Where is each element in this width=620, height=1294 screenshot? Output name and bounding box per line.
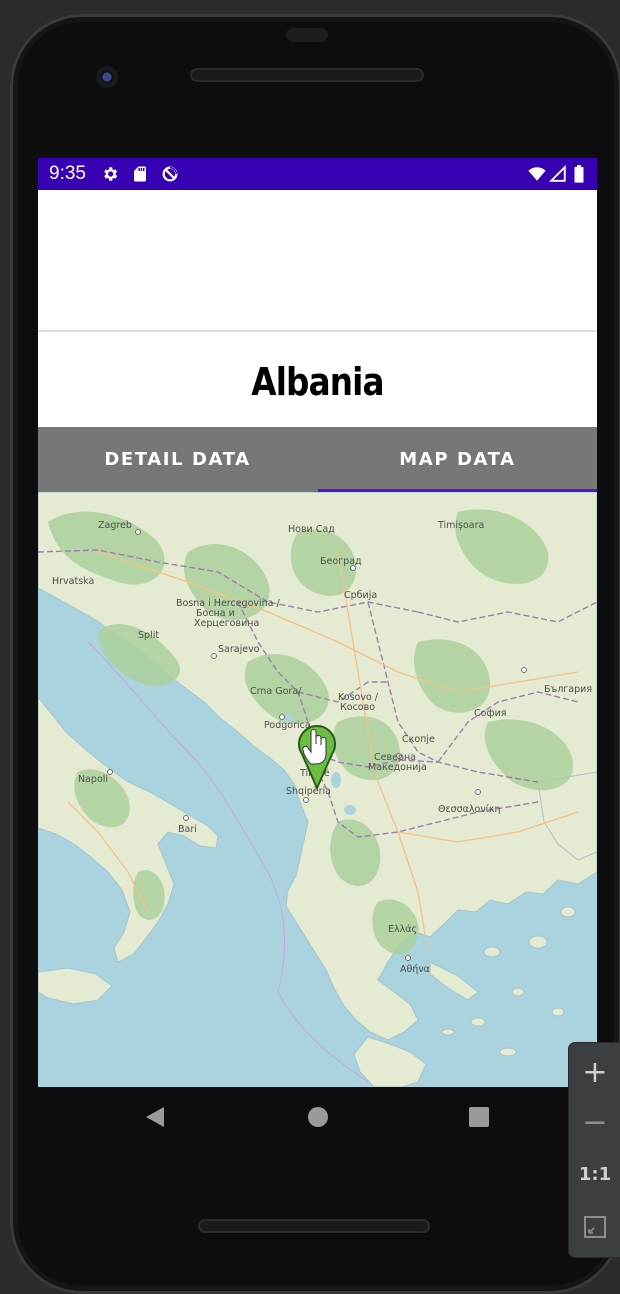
map-label-thessaloniki: Θεσσαλονίκη	[438, 804, 501, 815]
status-time: 9:35	[49, 163, 86, 184]
earpiece-speaker	[190, 68, 424, 82]
recents-square-icon[interactable]	[468, 1105, 490, 1129]
map-label-makedonija: Македонија	[368, 762, 427, 773]
map-label-napoli: Napoli	[78, 774, 108, 785]
map-label-podgorica: Podgorica	[264, 720, 311, 731]
back-triangle-icon[interactable]	[144, 1105, 166, 1129]
tab-bar: DETAIL DATA MAP DATA	[38, 427, 597, 492]
title-area: Albania	[38, 332, 597, 427]
map-view[interactable]: Hrvatska Bosna i Hercegovina / Босна и Х…	[38, 492, 597, 1087]
map-label-novi-sad: Нови Сад	[288, 524, 335, 535]
map-label-beograd: Београд	[320, 556, 362, 567]
emulator-zoom-panel: + − 1:1	[569, 1043, 620, 1257]
map-label-bari: Bari	[178, 824, 197, 835]
zoom-out-button[interactable]: −	[569, 1099, 620, 1147]
map-label-athina: Αθήνα	[400, 964, 430, 975]
wifi-icon	[528, 167, 546, 181]
map-label-skopje: Скопје	[402, 734, 435, 745]
map-label-timisoara: Timișoara	[437, 520, 484, 531]
fit-screen-icon[interactable]	[583, 1215, 607, 1239]
phone-screen: 9:35 Albania DETAIL DATA MAP DATA Hrvats…	[38, 158, 597, 1087]
map-label-sofia: София	[474, 708, 506, 719]
top-sensor-slot	[286, 28, 328, 42]
bottom-speaker	[198, 1219, 430, 1233]
status-bar: 9:35	[38, 158, 597, 190]
map-label-kosovo2: Косово	[340, 702, 375, 713]
map-label-zagreb: Zagreb	[98, 520, 132, 531]
map-label-bosnia3: Херцеговина	[194, 618, 259, 629]
zoom-in-button[interactable]: +	[569, 1049, 620, 1097]
battery-icon	[574, 165, 584, 183]
map-label-split: Split	[138, 630, 159, 641]
app-bar	[38, 190, 597, 330]
map-label-shqiperia: Shqipëria	[286, 786, 331, 797]
map-label-ellada: Ελλάς	[388, 924, 417, 935]
system-nav-bar	[38, 1087, 597, 1151]
sd-card-icon	[134, 166, 146, 182]
map-label-srbija: Србија	[344, 590, 377, 601]
tab-detail-data[interactable]: DETAIL DATA	[38, 427, 317, 492]
map-label-bulgaria: България	[544, 684, 592, 695]
map-tiles: Hrvatska Bosna i Hercegovina / Босна и Х…	[38, 492, 597, 1087]
do-not-disturb-icon	[162, 166, 178, 182]
map-label-crna-gora: Crna Gora/	[250, 686, 302, 697]
zoom-one-to-one-button[interactable]: 1:1	[569, 1151, 620, 1199]
gear-icon	[104, 167, 118, 181]
tab-map-data[interactable]: MAP DATA	[318, 427, 597, 492]
map-label-sarajevo: Sarajevo	[218, 644, 260, 655]
country-title: Albania	[251, 360, 384, 404]
signal-icon	[549, 165, 566, 182]
map-label-hrvatska: Hrvatska	[52, 576, 94, 587]
home-circle-icon[interactable]	[307, 1105, 329, 1129]
front-camera	[94, 64, 120, 90]
